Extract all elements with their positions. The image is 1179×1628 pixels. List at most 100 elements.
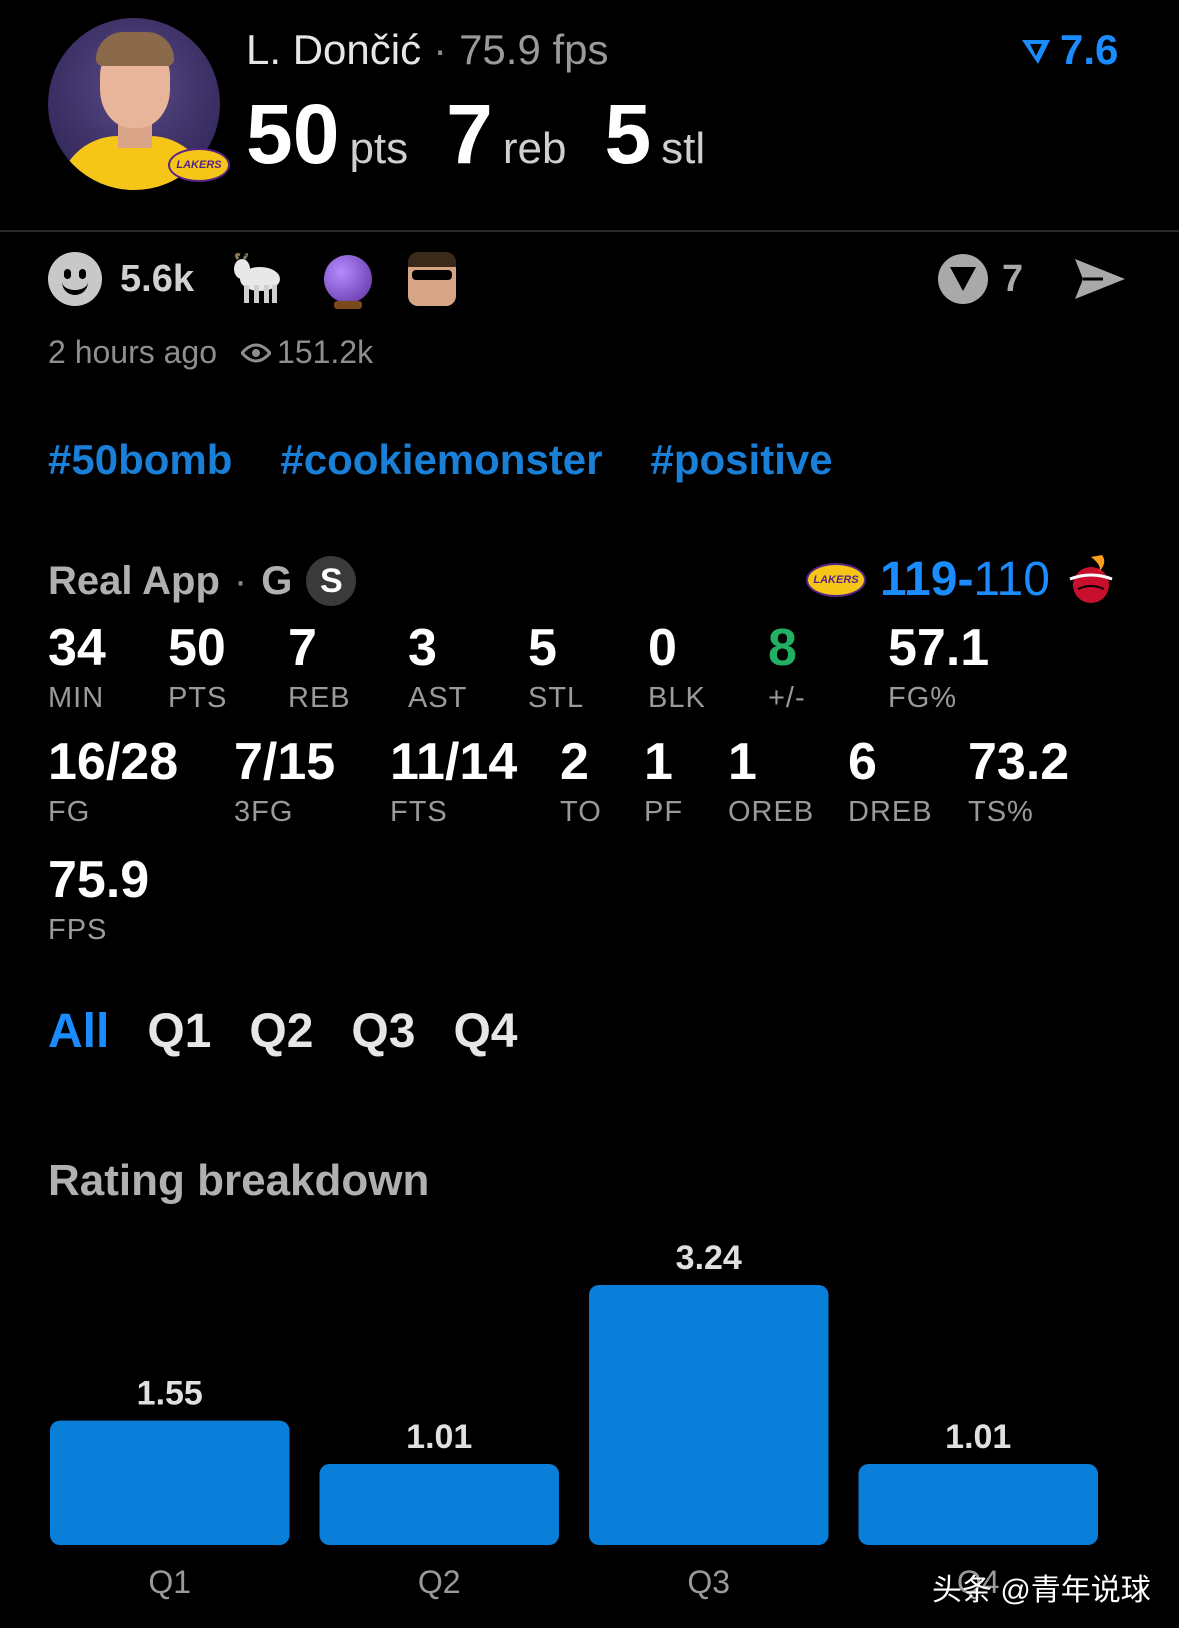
hashtags: #50bomb #cookiemonster #positive [48, 436, 833, 484]
stat-value: 7 [288, 619, 317, 677]
stat-plus-minus: 8 +/- [768, 622, 806, 715]
heat-logo-icon [1069, 554, 1113, 603]
bar-value-label: 1.01 [406, 1418, 472, 1456]
headline-stl-unit: stl [661, 124, 706, 173]
game-score[interactable]: LAKERS 119-110 [806, 552, 1118, 607]
stat-value: 8 [768, 619, 797, 677]
headline-pts-unit: pts [349, 124, 409, 173]
hashtag-link[interactable]: #positive [651, 436, 833, 484]
tab-q2[interactable]: Q2 [249, 1004, 313, 1059]
crystal-ball-emoji-icon[interactable] [323, 255, 372, 309]
headline-pts-value: 50 [246, 87, 340, 181]
stat-label: 3FG [234, 796, 294, 828]
starter-badge: S [306, 556, 357, 606]
stat-pf: 1 PF [644, 736, 683, 829]
stat-value: 5 [528, 619, 557, 677]
bar-q3[interactable] [589, 1285, 829, 1545]
stat-value: 3 [408, 619, 437, 677]
stat-value: 34 [48, 619, 106, 677]
score-win: 119 [880, 553, 958, 606]
sunglasses-face-emoji-icon[interactable] [407, 252, 456, 306]
player-title[interactable]: L. Dončić · 75.9 fps [246, 26, 609, 74]
tab-all[interactable]: All [48, 1004, 109, 1059]
stat-value: 73.2 [968, 733, 1070, 791]
score-text: 119-110 [880, 552, 1050, 607]
stat-pts: 50 PTS [168, 622, 227, 715]
tab-q3[interactable]: Q3 [351, 1004, 415, 1059]
stat-value: 7/15 [234, 733, 336, 791]
tab-q1[interactable]: Q1 [147, 1004, 211, 1059]
stat-value: 50 [168, 619, 226, 677]
score-lose: 110 [973, 553, 1050, 606]
stat-oreb: 1 OREB [728, 736, 814, 829]
category-label: Q1 [148, 1564, 191, 1600]
stat-fg: 16/28 FG [48, 736, 178, 829]
stat-min: 34 MIN [48, 622, 106, 715]
stat-stl: 5 STL [528, 622, 584, 715]
stat-label: FTS [390, 796, 448, 828]
smiley-icon[interactable] [48, 252, 102, 306]
stat-label: FG% [888, 682, 958, 714]
post-actions: 7 [938, 254, 1127, 304]
quarter-tabs: All Q1 Q2 Q3 Q4 [48, 1004, 517, 1059]
stat-value: 16/28 [48, 733, 179, 791]
bar-value-label: 1.01 [945, 1418, 1011, 1456]
stat-fg-pct: 57.1 FG% [888, 622, 989, 715]
stat-value: 2 [560, 733, 589, 791]
stat-value: 1 [644, 733, 673, 791]
headline-reb-value: 7 [446, 87, 493, 181]
headline-stats: 50 pts 7 reb 5 stl [246, 86, 743, 183]
view-count: 151.2k [241, 334, 373, 371]
watermark: 头条 @青年说球 [932, 1574, 1151, 1607]
stat-label: MIN [48, 682, 105, 714]
team-logo-icon: LAKERS [168, 148, 230, 182]
stat-value: 11/14 [390, 733, 518, 791]
stat-ast: 3 AST [408, 622, 467, 715]
stat-label: DREB [848, 796, 933, 828]
stat-label: REB [288, 682, 351, 714]
eye-icon [241, 343, 272, 362]
player-fps: 75.9 fps [459, 26, 609, 73]
post-time: 2 hours ago [48, 334, 218, 370]
stat-label: OREB [728, 796, 815, 828]
send-icon[interactable] [1073, 255, 1127, 303]
category-label: Q2 [418, 1564, 461, 1600]
view-count-value: 151.2k [277, 334, 374, 370]
headline-reb-unit: reb [502, 124, 567, 173]
stat-dreb: 6 DREB [848, 736, 933, 829]
bar-value-label: 1.55 [137, 1375, 203, 1413]
player-rating-value: 7.6 [1060, 26, 1119, 73]
bar-value-label: 3.24 [676, 1239, 742, 1277]
stat-to: 2 TO [560, 736, 602, 829]
avatar-hair [96, 32, 174, 66]
post-meta: 2 hours ago 151.2k [48, 334, 373, 371]
goat-emoji-icon[interactable] [232, 253, 288, 305]
source-name: Real App [48, 558, 220, 603]
separator-dot: · [233, 558, 248, 603]
rating-breakdown-title: Rating breakdown [48, 1156, 430, 1205]
player-rating[interactable]: 7.6 [1020, 26, 1118, 74]
bar-q2[interactable] [319, 1463, 560, 1545]
vote-count[interactable]: 7 [1002, 258, 1023, 301]
stat-value: 0 [648, 619, 677, 677]
bar-q4[interactable] [858, 1463, 1099, 1545]
stat-value: 75.9 [48, 851, 150, 909]
stat-label: AST [408, 682, 468, 714]
stat-label: PF [644, 796, 684, 828]
vote-v-icon[interactable] [938, 254, 988, 304]
rating-v-icon [1022, 40, 1050, 64]
category-label: Q3 [687, 1564, 730, 1600]
stat-ts-pct: 73.2 TS% [968, 736, 1069, 829]
stat-label: PTS [168, 682, 228, 714]
stat-label: FPS [48, 914, 108, 946]
stat-label: +/- [768, 682, 806, 714]
reaction-count[interactable]: 5.6k [120, 258, 194, 301]
stat-fps: 75.9 FPS [48, 854, 149, 947]
player-name[interactable]: L. Dončić [246, 26, 421, 73]
bar-q1[interactable] [50, 1420, 290, 1545]
tab-q4[interactable]: Q4 [453, 1004, 517, 1059]
hashtag-link[interactable]: #50bomb [48, 436, 232, 484]
player-position: G [261, 558, 293, 603]
hashtag-link[interactable]: #cookiemonster [280, 436, 602, 484]
stat-value: 1 [728, 733, 757, 791]
